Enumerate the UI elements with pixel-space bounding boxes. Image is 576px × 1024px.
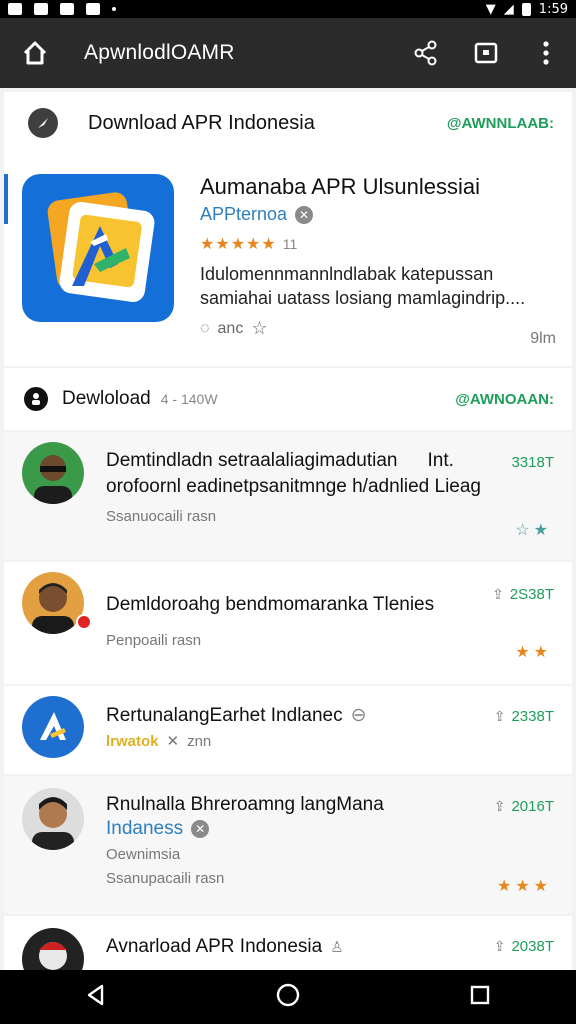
item-title: Rnulnalla Bhreroamng langMana [106, 794, 384, 815]
list-item[interactable]: Rnulnalla Bhreroamng langMana Indaness ✕ … [4, 776, 572, 914]
favorite-star-icon[interactable]: ☆ [251, 318, 267, 339]
recents-button[interactable] [468, 983, 492, 1012]
home-button[interactable] [0, 18, 70, 88]
developer-name: APPternoa [200, 204, 288, 224]
status-icons-right: ▼ ◢ 1:59 [486, 2, 568, 17]
rating: ★★★★★ 11 [200, 234, 297, 254]
online-badge-icon [76, 614, 92, 630]
section-sub: 4 - 140W [160, 391, 218, 407]
description-line: Idulomennmannlndlabak katepussan [200, 264, 494, 284]
item-meta: lrwatok ✕ znn [106, 732, 212, 751]
item-meta: Ssanuocaili rasn [106, 508, 217, 525]
download-user-icon [24, 387, 48, 411]
signal-icon: ◢ [503, 1, 514, 17]
circle-home-icon [276, 983, 300, 1006]
info-icon: ⊖ [350, 705, 367, 726]
meta-text: anc [217, 319, 244, 337]
item-meta: Oewnimsia [106, 846, 181, 863]
back-icon [87, 984, 103, 1005]
system-nav-bar [0, 970, 576, 1024]
header-action-link[interactable]: @AWNNLAAB: [447, 115, 554, 132]
item-meta: Penpoaili rasn [106, 632, 202, 649]
item-count: 3318T [511, 454, 554, 471]
section-action-link[interactable]: @AWNOAAN: [455, 391, 554, 408]
share-icon [414, 40, 437, 66]
item-stars-icon[interactable]: ★★★ [497, 876, 552, 896]
home-nav-button[interactable] [275, 982, 301, 1013]
item-stars-icon[interactable]: ★★ [515, 642, 552, 662]
item-count: ⇪ 2038T [493, 938, 554, 955]
app-logo-icon [22, 174, 174, 322]
section-header: Dewloload 4 - 140W @AWNOAAN: [4, 368, 572, 430]
app-bar: ApwnlodlOAMR [0, 18, 576, 88]
badge-icon: ✕ [166, 733, 180, 750]
list-item[interactable]: Avnarload APR Indonesia ♙ ⇪ 2038T [4, 916, 572, 970]
notification-icon [8, 3, 22, 15]
description-line: samiahai uatass losiang mamlagindrip.... [200, 288, 526, 308]
content-scroll[interactable]: Download APR Indonesia @AWNNLAAB: Aumana… [0, 88, 576, 970]
share-icon[interactable]: ⇪ [494, 938, 506, 955]
app-icon [22, 696, 84, 758]
verified-badge-icon: ✕ [295, 205, 314, 224]
battery-icon [521, 2, 531, 16]
verified-badge-icon: ✕ [191, 819, 210, 838]
item-subtitle: orofoornl eadinetpsanitmnge h/adnlied Li… [106, 476, 481, 497]
item-title: RertunalangEarhet Indlanec ⊖ [106, 705, 367, 726]
share-icon[interactable]: ⇪ [494, 708, 506, 725]
list-item[interactable]: Demldoroahg bendmomaranka Tlenies Penpoa… [4, 562, 572, 684]
avatar [22, 928, 84, 970]
home-icon [23, 41, 47, 65]
item-count: ⇪ 2338T [493, 708, 554, 725]
item-count: ⇪ 2S38T [492, 586, 554, 603]
user-icon: ♙ [330, 939, 344, 956]
featured-app-card[interactable]: Aumanaba APR Ulsunlessiai APPternoa ✕ ★★… [4, 154, 572, 366]
overflow-menu-button[interactable] [516, 18, 576, 88]
featured-app-name: Aumanaba APR Ulsunlessiai [200, 174, 481, 199]
share-icon[interactable]: ⇪ [492, 586, 504, 603]
window-icon [474, 42, 498, 64]
status-icons-left [8, 3, 116, 15]
window-button[interactable] [456, 18, 516, 88]
more-vert-icon [543, 41, 549, 65]
app-icon [86, 3, 100, 15]
section-title: Dewloload [62, 388, 151, 409]
featured-description: Idulomennmannlndlabak katepussan samiaha… [200, 262, 560, 310]
page-header: Download APR Indonesia @AWNNLAAB: [4, 92, 572, 155]
item-title: Avnarload APR Indonesia ♙ [106, 936, 344, 957]
settings-icon [60, 3, 74, 15]
rating-count: 11 [282, 236, 298, 252]
selection-indicator [4, 174, 8, 224]
status-bar: ▼ ◢ 1:59 [0, 0, 576, 18]
loading-icon: ◌ [200, 319, 210, 337]
item-title: Demldoroahg bendmomaranka Tlenies [106, 594, 435, 615]
item-title: Demtindladn setraalaliagimadutian Int. [106, 450, 454, 471]
notification-icon [34, 3, 48, 15]
share-button[interactable] [396, 18, 456, 88]
back-button[interactable] [84, 983, 108, 1012]
share-icon[interactable]: ⇪ [494, 798, 506, 815]
clock: 1:59 [538, 1, 568, 17]
compass-icon [28, 108, 58, 138]
dot-icon [112, 7, 116, 11]
list-item[interactable]: RertunalangEarhet Indlanec ⊖ lrwatok ✕ znn … [4, 686, 572, 774]
avatar [22, 442, 84, 504]
featured-time: 9lm [530, 330, 556, 347]
featured-meta: ◌ anc ☆ [200, 318, 267, 339]
page-title: Download APR Indonesia [88, 111, 315, 134]
avatar [22, 788, 84, 850]
item-meta: Ssanupacaili rasn [106, 870, 225, 887]
app-title: ApwnlodlOAMR [84, 41, 235, 64]
item-subtitle: Indaness ✕ [106, 818, 210, 840]
list-item[interactable]: Demtindladn setraalaliagimadutian Int. or… [4, 432, 572, 560]
item-count: ⇪ 2016T [493, 798, 554, 815]
avatar [22, 572, 84, 634]
featured-app-developer[interactable]: APPternoa ✕ [200, 204, 314, 225]
no-sim-icon: ▼ [485, 1, 496, 17]
rating-stars-icon: ★★★★★ [200, 236, 277, 253]
recents-icon [471, 985, 490, 1004]
item-stars-icon[interactable]: ☆★ [515, 520, 552, 540]
